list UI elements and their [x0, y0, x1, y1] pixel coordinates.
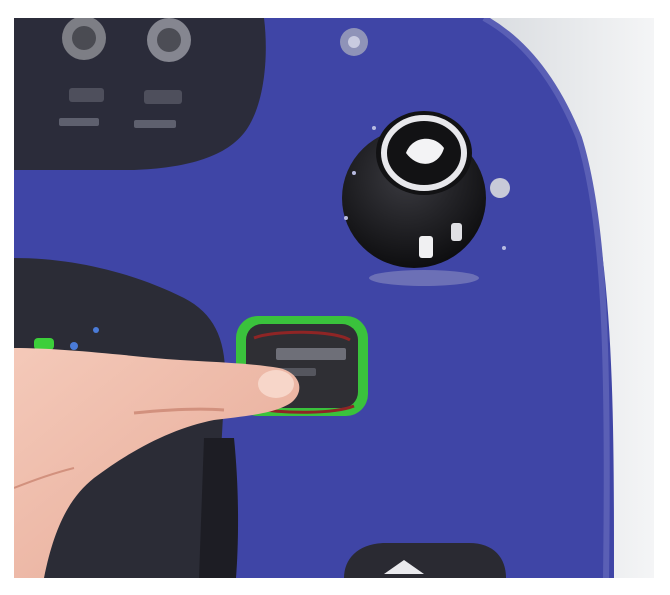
port-caption: [134, 120, 176, 128]
connector-port-icon: [62, 18, 106, 60]
screw-icon: [340, 28, 368, 56]
control-panel-photo: [14, 18, 654, 578]
port-symbol: [69, 88, 104, 102]
port-symbol: [144, 90, 182, 104]
connector-port-icon: [147, 18, 191, 62]
photo-frame: [14, 18, 654, 578]
upper-console-area: [14, 18, 266, 170]
port-caption: [59, 118, 99, 126]
display-edge: [199, 438, 239, 578]
play-triangle-icon[interactable]: [344, 543, 506, 578]
